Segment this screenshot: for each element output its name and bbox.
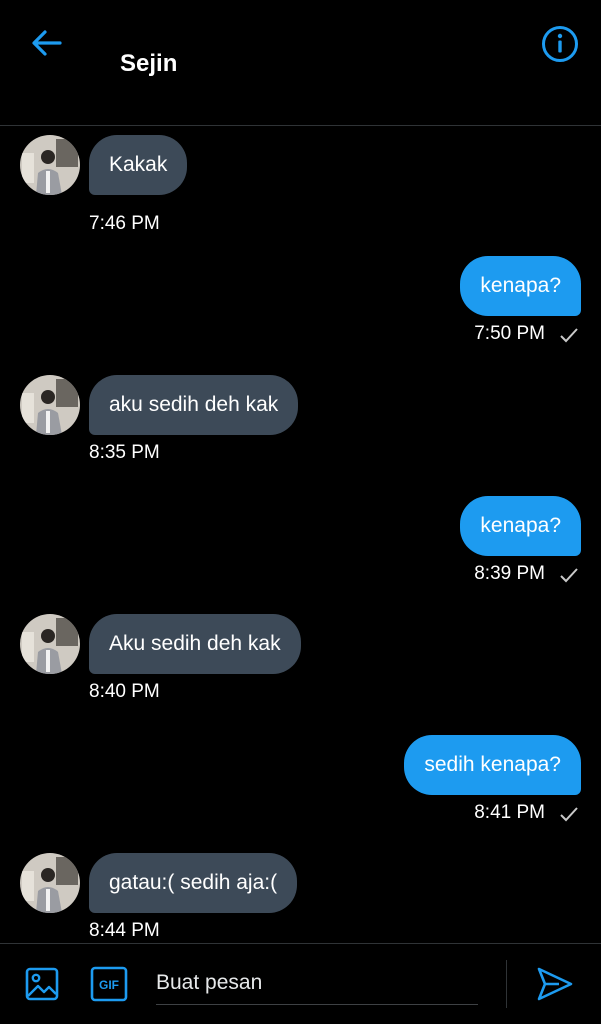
info-icon: [542, 26, 578, 62]
info-button[interactable]: [540, 24, 580, 64]
send-icon: [537, 967, 573, 1001]
message-time: 8:35 PM: [89, 442, 160, 463]
arrow-left-icon: [32, 30, 62, 56]
message-bubble[interactable]: sedih kenapa?: [404, 735, 581, 795]
checkmark-icon: [560, 328, 578, 343]
add-image-button[interactable]: [24, 966, 60, 1002]
message-time: 7:46 PM: [89, 213, 160, 234]
message-time: 8:44 PM: [89, 920, 160, 941]
message-incoming: Kakak 7:46 PM: [0, 135, 601, 235]
gif-label: GIF: [99, 978, 119, 992]
message-time: 8:41 PM: [474, 802, 545, 823]
send-button[interactable]: [535, 964, 575, 1004]
message-composer: GIF: [0, 943, 601, 1024]
image-icon: [25, 967, 59, 1001]
message-outgoing: kenapa? 7:50 PM: [0, 256, 601, 356]
message-time: 8:39 PM: [474, 563, 545, 584]
message-outgoing: sedih kenapa? 8:41 PM: [0, 735, 601, 835]
divider: [506, 960, 507, 1008]
message-time: 8:40 PM: [89, 681, 160, 702]
message-input[interactable]: [156, 962, 478, 1005]
message-bubble[interactable]: gatau:( sedih aja:(: [89, 853, 298, 913]
message-incoming: aku sedih deh kak 8:35 PM: [0, 375, 601, 475]
avatar[interactable]: [20, 375, 80, 435]
message-bubble[interactable]: kenapa?: [460, 256, 581, 316]
message-list[interactable]: Kakak 7:46 PM kenapa? 7:50 PM aku sedih …: [0, 126, 601, 943]
checkmark-icon: [560, 568, 578, 583]
message-time: 7:50 PM: [474, 323, 545, 344]
message-outgoing: kenapa? 8:39 PM: [0, 496, 601, 596]
avatar[interactable]: [20, 853, 80, 913]
message-incoming: gatau:( sedih aja:( 8:44 PM: [0, 853, 601, 943]
message-incoming: Aku sedih deh kak 8:40 PM: [0, 614, 601, 714]
message-bubble[interactable]: aku sedih deh kak: [89, 375, 299, 435]
avatar[interactable]: [20, 614, 80, 674]
checkmark-icon: [560, 807, 578, 822]
gif-button[interactable]: GIF: [90, 966, 128, 1002]
page-title: Sejin: [120, 50, 178, 77]
back-button[interactable]: [28, 26, 66, 60]
message-bubble[interactable]: Aku sedih deh kak: [89, 614, 301, 674]
conversation-header: Sejin: [0, 0, 601, 126]
avatar[interactable]: [20, 135, 80, 195]
message-bubble[interactable]: Kakak: [89, 135, 188, 195]
message-bubble[interactable]: kenapa?: [460, 496, 581, 556]
gif-icon: GIF: [90, 966, 128, 1002]
